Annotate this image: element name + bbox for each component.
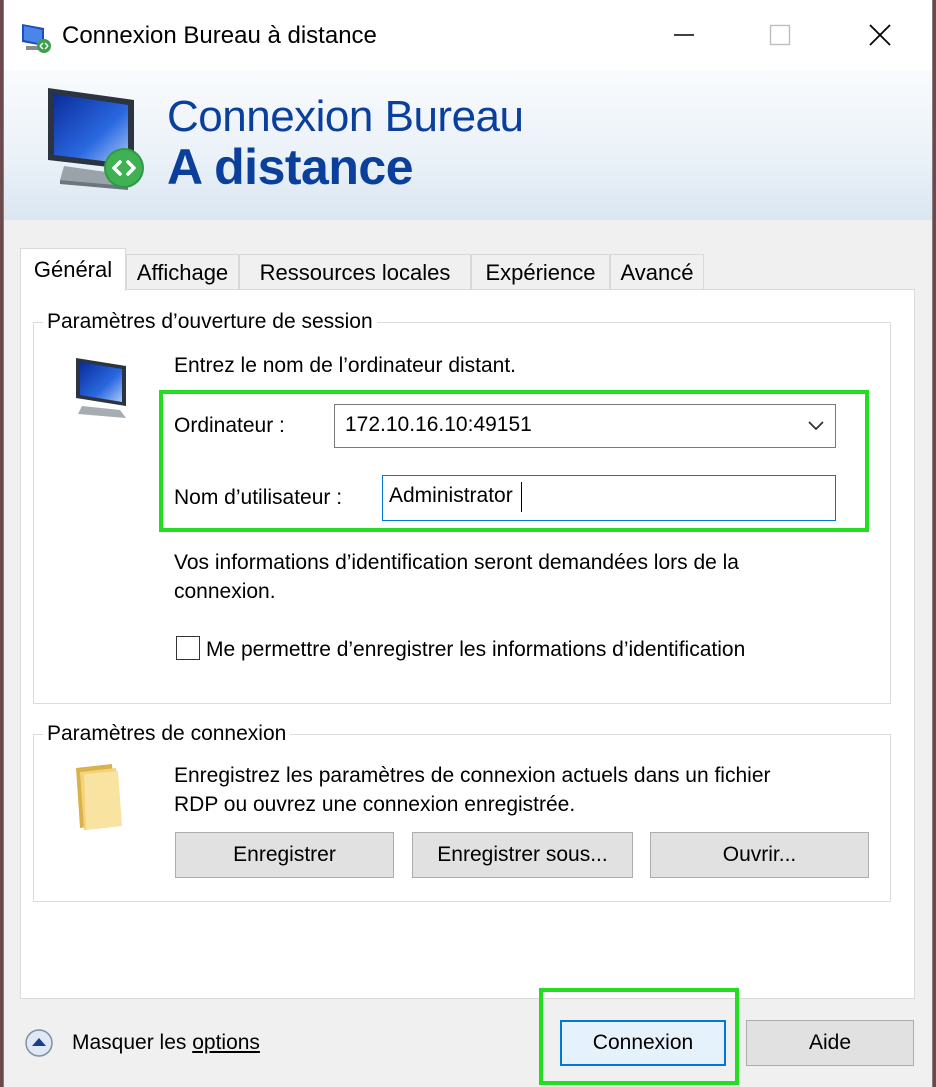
username-input[interactable]: Administrator bbox=[382, 475, 836, 521]
connection-settings-legend: Paramètres de connexion bbox=[43, 722, 291, 746]
close-button[interactable] bbox=[850, 12, 910, 58]
computer-value: 172.10.16.10:49151 bbox=[345, 413, 532, 436]
credentials-info-line1: Vos informations d’identification seront… bbox=[174, 551, 739, 574]
folder-icon bbox=[76, 764, 122, 830]
connect-button[interactable]: Connexion bbox=[560, 1020, 726, 1066]
chevron-up-circle-icon[interactable] bbox=[24, 1028, 54, 1058]
open-button[interactable]: Ouvrir... bbox=[650, 832, 869, 878]
computer-label: Ordinateur : bbox=[174, 414, 285, 437]
minimize-button[interactable] bbox=[654, 12, 714, 58]
maximize-icon bbox=[769, 24, 791, 46]
banner-title-line1: Connexion Bureau bbox=[167, 92, 524, 141]
title-bar: Connexion Bureau à distance bbox=[4, 0, 932, 70]
hide-options-label[interactable]: Masquer les options bbox=[72, 1031, 260, 1055]
save-credentials-label[interactable]: Me permettre d’enregistrer les informati… bbox=[206, 635, 745, 664]
username-value: Administrator bbox=[389, 484, 513, 507]
minimize-icon bbox=[674, 34, 694, 36]
chevron-down-icon[interactable] bbox=[807, 419, 825, 433]
connection-desc-line1: Enregistrez les paramètres de connexion … bbox=[174, 764, 771, 787]
credentials-info-line2: connexion. bbox=[174, 580, 276, 603]
tab-display[interactable]: Affichage bbox=[126, 254, 239, 290]
banner-title-line2: A distance bbox=[167, 139, 414, 195]
remote-desktop-icon bbox=[22, 24, 51, 53]
tab-local-resources[interactable]: Ressources locales bbox=[239, 254, 471, 290]
save-credentials-checkbox[interactable] bbox=[176, 636, 200, 660]
tab-general[interactable]: Général bbox=[20, 248, 126, 291]
tab-experience[interactable]: Expérience bbox=[471, 254, 610, 290]
logon-settings-legend: Paramètres d’ouverture de session bbox=[43, 310, 377, 334]
connection-desc-line2: RDP ou ouvrez une connexion enregistrée. bbox=[174, 793, 576, 816]
username-label: Nom d’utilisateur : bbox=[174, 486, 343, 509]
help-button[interactable]: Aide bbox=[746, 1020, 914, 1066]
window-title: Connexion Bureau à distance bbox=[62, 22, 377, 49]
header-banner: Connexion Bureau A distance bbox=[4, 70, 932, 220]
computer-combobox[interactable]: 172.10.16.10:49151 bbox=[334, 404, 836, 448]
computer-instruction: Entrez le nom de l’ordinateur distant. bbox=[174, 354, 517, 377]
hide-options-link[interactable]: Masquer les options bbox=[24, 1026, 260, 1060]
save-button[interactable]: Enregistrer bbox=[175, 832, 394, 878]
save-as-button[interactable]: Enregistrer sous... bbox=[412, 832, 633, 878]
maximize-button[interactable] bbox=[750, 12, 810, 58]
text-caret bbox=[521, 482, 522, 512]
remote-desktop-logo-icon bbox=[48, 88, 144, 190]
tab-advanced[interactable]: Avancé bbox=[610, 254, 704, 290]
rdp-window: Connexion Bureau à distance Connexion Bu… bbox=[3, 0, 933, 1087]
close-icon bbox=[869, 24, 891, 46]
computer-icon bbox=[76, 358, 126, 418]
